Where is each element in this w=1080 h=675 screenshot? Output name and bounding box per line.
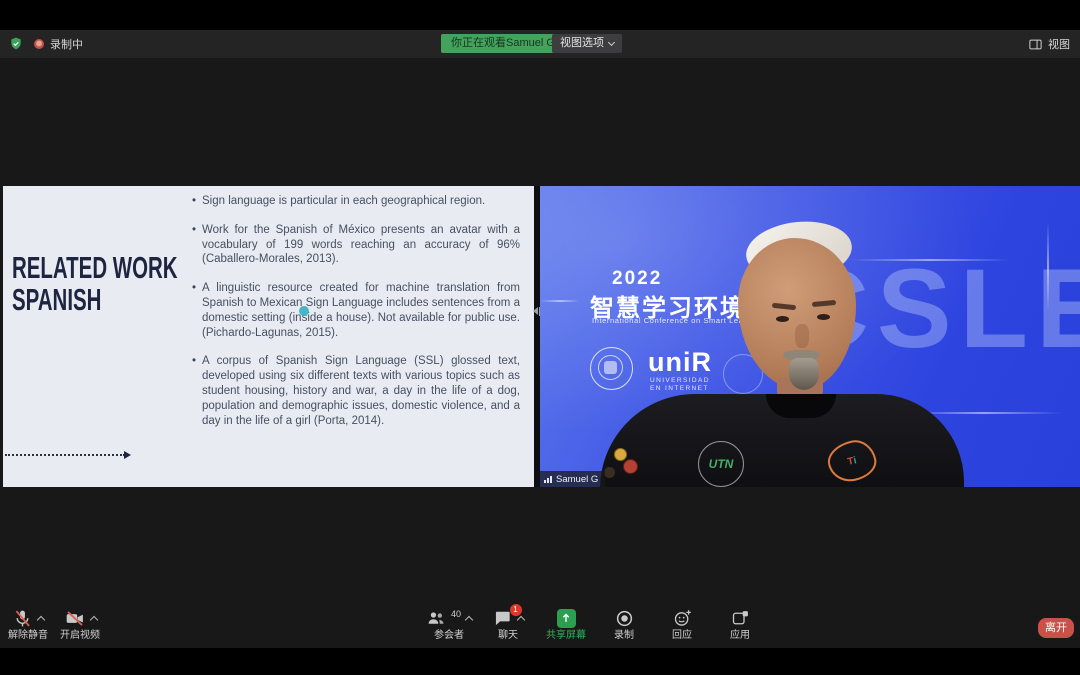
- conference-year: 2022: [612, 268, 662, 290]
- record-icon: [614, 608, 635, 629]
- bullet-marker: •: [192, 281, 196, 296]
- toolbar-left-group: 解除静音 开启视频: [6, 606, 102, 642]
- participants-chevron-icon[interactable]: [465, 615, 473, 623]
- bullet-text: A linguistic resource created for machin…: [202, 282, 520, 338]
- apps-label: 应用: [730, 630, 750, 642]
- camera-off-icon: [64, 608, 86, 629]
- security-shield-icon[interactable]: [8, 36, 24, 52]
- unir-logo: uniR: [648, 349, 712, 376]
- reactions-smiley-icon: [672, 608, 693, 629]
- share-screen-icon: [557, 609, 576, 628]
- resize-arrow-left-icon: [533, 307, 538, 315]
- participant-name: Samuel G: [556, 474, 598, 485]
- reactions-button[interactable]: 回应: [660, 606, 704, 642]
- bullet-marker: •: [192, 354, 196, 369]
- leave-meeting-button[interactable]: 离开: [1038, 618, 1074, 638]
- unmute-button[interactable]: 解除静音: [6, 606, 50, 642]
- slide-bullet: • A corpus of Spanish Sign Language (SSL…: [202, 354, 520, 428]
- record-label: 录制: [614, 630, 634, 642]
- participants-label: 参会者: [434, 630, 464, 642]
- view-button-label: 视图: [1048, 36, 1070, 52]
- presenter-goatee: [789, 358, 819, 390]
- view-button[interactable]: 视图: [1028, 30, 1070, 58]
- participant-name-tag: Samuel G: [540, 471, 605, 487]
- decor-line-vertical: [1047, 222, 1049, 312]
- bullet-text: Work for the Spanish of México presents …: [202, 224, 520, 266]
- apps-button[interactable]: 应用: [718, 606, 762, 642]
- chat-button[interactable]: 1 聊天: [486, 606, 530, 642]
- view-options-dropdown[interactable]: 视图选项: [552, 34, 622, 53]
- slide-title: RELATED WORK SPANISH: [12, 252, 178, 316]
- signal-bars-icon: [544, 476, 552, 483]
- top-bar-left: 录制中: [8, 30, 83, 58]
- video-options-chevron-icon[interactable]: [89, 615, 97, 623]
- decor-line: [850, 259, 1010, 261]
- university-seal-logo: [590, 347, 633, 390]
- start-video-label: 开启视频: [60, 630, 100, 642]
- speaker-video-tile: CSLE 2022 智慧学习环境国际 International Confere…: [540, 186, 1080, 487]
- shared-screen-slide: RELATED WORK SPANISH • Sign language is …: [3, 186, 534, 487]
- participants-button[interactable]: 40 参会者: [426, 606, 472, 642]
- chat-chevron-icon[interactable]: [516, 615, 524, 623]
- slide-bullet: • Work for the Spanish of México present…: [202, 223, 520, 267]
- chat-unread-badge: 1: [510, 604, 522, 616]
- bullet-text: Sign language is particular in each geog…: [202, 195, 485, 207]
- unir-sub-line1: UNIVERSIDAD: [650, 377, 710, 385]
- slide-dotted-arrow: [5, 454, 125, 456]
- shirt-logo-dot: [604, 467, 615, 478]
- start-video-button[interactable]: 开启视频: [58, 606, 102, 642]
- bullet-marker: •: [192, 223, 196, 238]
- slide-title-line1: RELATED WORK: [12, 252, 178, 284]
- seal-core: [604, 361, 617, 374]
- chevron-down-icon: [608, 38, 615, 45]
- recording-label: 录制中: [50, 36, 83, 52]
- share-screen-button[interactable]: 共享屏幕: [544, 606, 588, 642]
- unir-logo-subtext: UNIVERSIDAD EN INTERNET: [650, 377, 710, 392]
- presenter-nose: [795, 324, 809, 348]
- presenter-eye: [776, 316, 789, 322]
- bullet-text: A corpus of Spanish Sign Language (SSL) …: [202, 355, 520, 426]
- recording-dot-icon: [34, 39, 44, 49]
- slide-title-line2: SPANISH: [12, 284, 178, 316]
- participants-count: 40: [451, 609, 461, 619]
- top-bar: 录制中 你正在观看Samuel G的屏幕 视图选项 视图: [0, 30, 1080, 58]
- apps-icon: [730, 608, 751, 629]
- slide-bullet: • Sign language is particular in each ge…: [202, 194, 520, 209]
- shirt-logo-dot: [623, 459, 638, 474]
- record-button[interactable]: 录制: [602, 606, 646, 642]
- mic-options-chevron-icon[interactable]: [37, 615, 45, 623]
- mic-muted-icon: [12, 608, 33, 629]
- bullet-marker: •: [192, 194, 196, 209]
- presenter-eye: [817, 314, 830, 320]
- presenter-cursor-dot: [299, 306, 309, 316]
- decor-line: [540, 300, 580, 302]
- layout-view-icon: [1028, 37, 1043, 52]
- share-screen-label: 共享屏幕: [546, 630, 586, 642]
- slide-bullet-list: • Sign language is particular in each ge…: [202, 194, 520, 442]
- view-options-label: 视图选项: [560, 34, 604, 53]
- slide-bullet: • A linguistic resource created for mach…: [202, 281, 520, 340]
- utn-shirt-badge: UTN: [698, 441, 744, 487]
- unir-sub-line2: EN INTERNET: [650, 385, 710, 393]
- recording-indicator: 录制中: [34, 36, 83, 52]
- meeting-window: 录制中 你正在观看Samuel G的屏幕 视图选项 视图 RELATED WOR…: [0, 0, 1080, 675]
- toolbar-center-group: 40 参会者 1 聊天: [426, 606, 762, 642]
- unmute-label: 解除静音: [8, 630, 48, 642]
- reactions-label: 回应: [672, 630, 692, 642]
- arrow-head-icon: [124, 451, 131, 459]
- meeting-toolbar: 解除静音 开启视频: [0, 606, 1080, 648]
- chat-label: 聊天: [498, 630, 518, 642]
- shirt-logo-dot: [614, 448, 627, 461]
- participants-icon: [426, 608, 447, 629]
